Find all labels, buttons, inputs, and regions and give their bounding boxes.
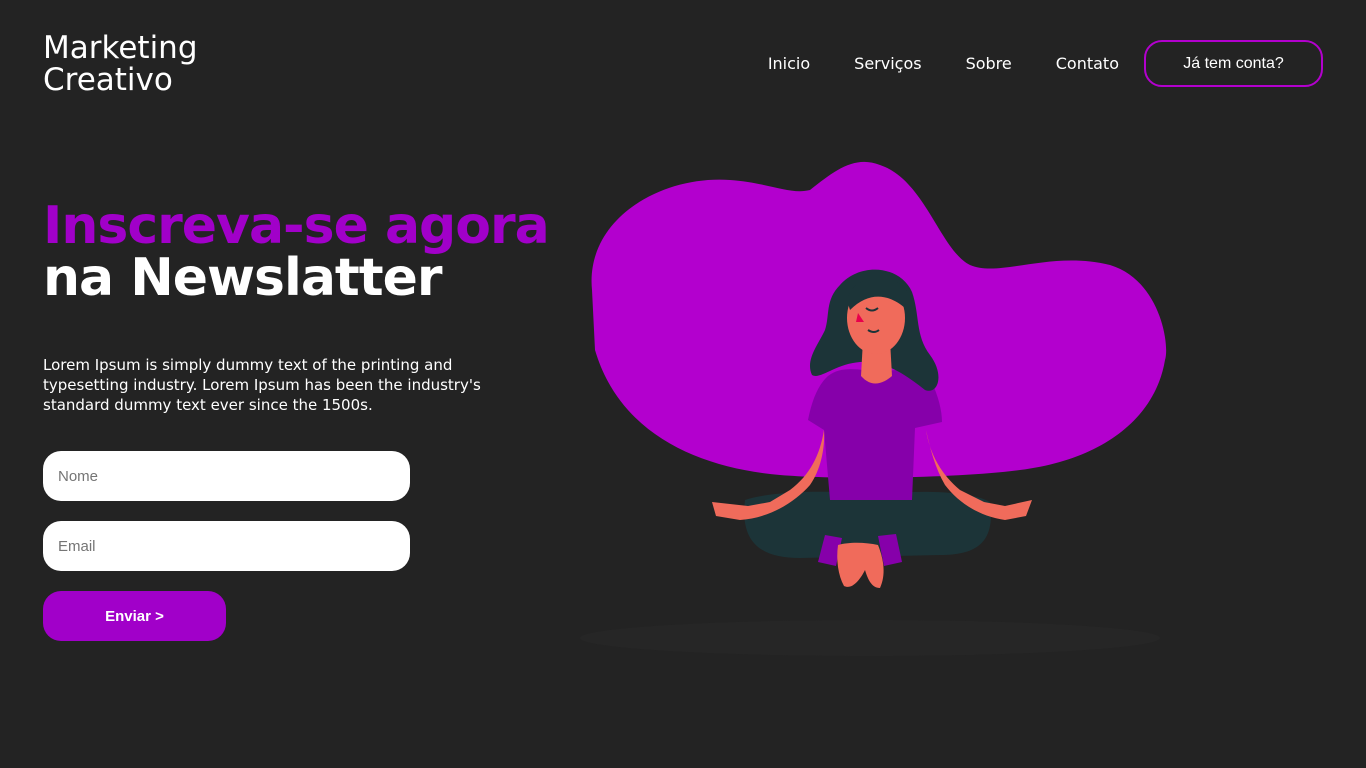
- nav-item-sobre[interactable]: Sobre: [966, 54, 1012, 73]
- title-line-1: Inscreva-se agora: [43, 196, 550, 256]
- name-field[interactable]: [43, 451, 410, 501]
- submit-button[interactable]: Enviar >: [43, 591, 226, 641]
- login-button[interactable]: Já tem conta?: [1144, 40, 1323, 87]
- nav-item-inicio[interactable]: Inicio: [768, 54, 810, 73]
- brand-line-1: Marketing: [43, 30, 198, 66]
- page-title: Inscreva-se agora na Newslatter: [43, 196, 550, 308]
- brand-line-2: Creativo: [43, 62, 173, 98]
- hero-description: Lorem Ipsum is simply dummy text of the …: [43, 356, 481, 414]
- nav-item-contato[interactable]: Contato: [1056, 54, 1119, 73]
- email-field[interactable]: [43, 521, 410, 571]
- meditation-illustration: [580, 161, 1167, 656]
- crossed-feet: [837, 542, 884, 588]
- ground-shadow: [580, 620, 1160, 656]
- brand-logo[interactable]: Marketing Creativo: [43, 32, 263, 96]
- nav-item-servicos[interactable]: Serviços: [854, 54, 921, 73]
- title-line-2: na Newslatter: [43, 248, 443, 308]
- main-nav: Inicio Serviços Sobre Contato Já tem con…: [768, 40, 1323, 87]
